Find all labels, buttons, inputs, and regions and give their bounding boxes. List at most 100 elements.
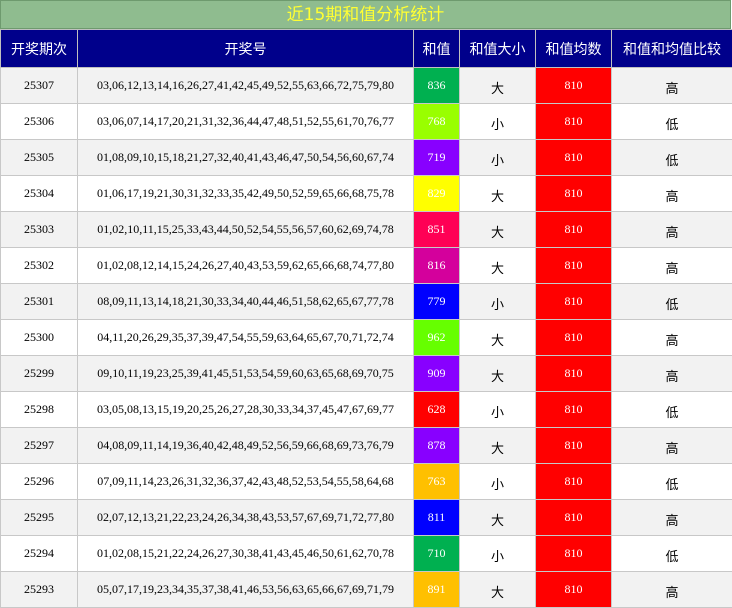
cell-period: 25301 — [1, 284, 78, 320]
table-row: 2530108,09,11,13,14,18,21,30,33,34,40,44… — [1, 284, 732, 320]
sum-analysis-table: 开奖期次 开奖号 和值 和值大小 和值均数 和值和均值比较 2530703,06… — [0, 29, 732, 608]
cell-sum: 811 — [414, 500, 460, 536]
cell-numbers: 01,06,17,19,21,30,31,32,33,35,42,49,50,5… — [78, 176, 414, 212]
cell-sum: 779 — [414, 284, 460, 320]
cell-sum-average: 810 — [536, 248, 612, 284]
cell-sum-size: 大 — [460, 356, 536, 392]
cell-sum-average: 810 — [536, 140, 612, 176]
cell-numbers: 04,08,09,11,14,19,36,40,42,48,49,52,56,5… — [78, 428, 414, 464]
table-header-row: 开奖期次 开奖号 和值 和值大小 和值均数 和值和均值比较 — [1, 30, 732, 68]
cell-numbers: 01,02,08,12,14,15,24,26,27,40,43,53,59,6… — [78, 248, 414, 284]
cell-numbers: 05,07,17,19,23,34,35,37,38,41,46,53,56,6… — [78, 572, 414, 608]
table-row: 2530201,02,08,12,14,15,24,26,27,40,43,53… — [1, 248, 732, 284]
table-row: 2530301,02,10,11,15,25,33,43,44,50,52,54… — [1, 212, 732, 248]
header-sum-average: 和值均数 — [536, 30, 612, 68]
cell-sum-vs-average: 低 — [612, 464, 732, 500]
cell-sum-average: 810 — [536, 572, 612, 608]
cell-numbers: 08,09,11,13,14,18,21,30,33,34,40,44,46,5… — [78, 284, 414, 320]
cell-sum-size: 小 — [460, 284, 536, 320]
cell-sum: 878 — [414, 428, 460, 464]
cell-numbers: 01,02,08,15,21,22,24,26,27,30,38,41,43,4… — [78, 536, 414, 572]
cell-period: 25294 — [1, 536, 78, 572]
cell-sum-vs-average: 低 — [612, 104, 732, 140]
cell-period: 25300 — [1, 320, 78, 356]
cell-sum: 851 — [414, 212, 460, 248]
cell-sum: 891 — [414, 572, 460, 608]
header-sum-size: 和值大小 — [460, 30, 536, 68]
cell-sum-size: 大 — [460, 572, 536, 608]
cell-numbers: 01,02,10,11,15,25,33,43,44,50,52,54,55,5… — [78, 212, 414, 248]
cell-sum: 719 — [414, 140, 460, 176]
cell-sum-vs-average: 高 — [612, 68, 732, 104]
cell-numbers: 01,08,09,10,15,18,21,27,32,40,41,43,46,4… — [78, 140, 414, 176]
cell-sum-vs-average: 高 — [612, 176, 732, 212]
table-row: 2529401,02,08,15,21,22,24,26,27,30,38,41… — [1, 536, 732, 572]
header-period: 开奖期次 — [1, 30, 78, 68]
cell-period: 25302 — [1, 248, 78, 284]
cell-sum-vs-average: 低 — [612, 140, 732, 176]
cell-sum-average: 810 — [536, 320, 612, 356]
cell-sum-size: 小 — [460, 392, 536, 428]
cell-sum-size: 大 — [460, 68, 536, 104]
cell-sum-average: 810 — [536, 176, 612, 212]
cell-sum-average: 810 — [536, 536, 612, 572]
header-sum-vs-average: 和值和均值比较 — [612, 30, 732, 68]
cell-sum: 909 — [414, 356, 460, 392]
cell-numbers: 03,05,08,13,15,19,20,25,26,27,28,30,33,3… — [78, 392, 414, 428]
cell-sum-size: 小 — [460, 536, 536, 572]
cell-sum-average: 810 — [536, 392, 612, 428]
cell-sum-vs-average: 高 — [612, 320, 732, 356]
cell-sum-average: 810 — [536, 356, 612, 392]
table-row: 2529305,07,17,19,23,34,35,37,38,41,46,53… — [1, 572, 732, 608]
cell-numbers: 03,06,07,14,17,20,21,31,32,36,44,47,48,5… — [78, 104, 414, 140]
cell-period: 25303 — [1, 212, 78, 248]
cell-sum-vs-average: 高 — [612, 248, 732, 284]
table-row: 2529704,08,09,11,14,19,36,40,42,48,49,52… — [1, 428, 732, 464]
cell-numbers: 04,11,20,26,29,35,37,39,47,54,55,59,63,6… — [78, 320, 414, 356]
cell-period: 25304 — [1, 176, 78, 212]
cell-numbers: 03,06,12,13,14,16,26,27,41,42,45,49,52,5… — [78, 68, 414, 104]
cell-sum: 768 — [414, 104, 460, 140]
cell-sum-vs-average: 低 — [612, 536, 732, 572]
cell-sum: 836 — [414, 68, 460, 104]
cell-sum-vs-average: 高 — [612, 428, 732, 464]
cell-period: 25295 — [1, 500, 78, 536]
cell-sum-size: 小 — [460, 464, 536, 500]
page-title: 近15期和值分析统计 — [0, 0, 731, 29]
table-row: 2530401,06,17,19,21,30,31,32,33,35,42,49… — [1, 176, 732, 212]
cell-sum-average: 810 — [536, 500, 612, 536]
cell-sum-size: 大 — [460, 500, 536, 536]
cell-sum: 710 — [414, 536, 460, 572]
table-row: 2529803,05,08,13,15,19,20,25,26,27,28,30… — [1, 392, 732, 428]
table-row: 2530603,06,07,14,17,20,21,31,32,36,44,47… — [1, 104, 732, 140]
header-sum: 和值 — [414, 30, 460, 68]
cell-period: 25307 — [1, 68, 78, 104]
cell-sum-vs-average: 高 — [612, 212, 732, 248]
cell-sum-average: 810 — [536, 212, 612, 248]
cell-sum-size: 大 — [460, 212, 536, 248]
cell-sum-size: 大 — [460, 176, 536, 212]
header-numbers: 开奖号 — [78, 30, 414, 68]
cell-sum-average: 810 — [536, 104, 612, 140]
cell-sum-size: 大 — [460, 428, 536, 464]
stats-panel: 近15期和值分析统计 开奖期次 开奖号 和值 和值大小 和值均数 和值和均值比较… — [0, 0, 732, 562]
cell-sum-size: 大 — [460, 320, 536, 356]
cell-sum: 962 — [414, 320, 460, 356]
cell-sum-average: 810 — [536, 68, 612, 104]
cell-sum-size: 小 — [460, 140, 536, 176]
cell-sum-vs-average: 低 — [612, 392, 732, 428]
cell-period: 25299 — [1, 356, 78, 392]
table-row: 2530501,08,09,10,15,18,21,27,32,40,41,43… — [1, 140, 732, 176]
cell-sum: 816 — [414, 248, 460, 284]
cell-period: 25293 — [1, 572, 78, 608]
cell-numbers: 07,09,11,14,23,26,31,32,36,37,42,43,48,5… — [78, 464, 414, 500]
cell-sum-vs-average: 低 — [612, 284, 732, 320]
table-row: 2529607,09,11,14,23,26,31,32,36,37,42,43… — [1, 464, 732, 500]
cell-sum: 763 — [414, 464, 460, 500]
cell-sum-average: 810 — [536, 464, 612, 500]
cell-sum: 628 — [414, 392, 460, 428]
cell-sum-average: 810 — [536, 284, 612, 320]
cell-period: 25297 — [1, 428, 78, 464]
table-row: 2530703,06,12,13,14,16,26,27,41,42,45,49… — [1, 68, 732, 104]
cell-numbers: 09,10,11,19,23,25,39,41,45,51,53,54,59,6… — [78, 356, 414, 392]
